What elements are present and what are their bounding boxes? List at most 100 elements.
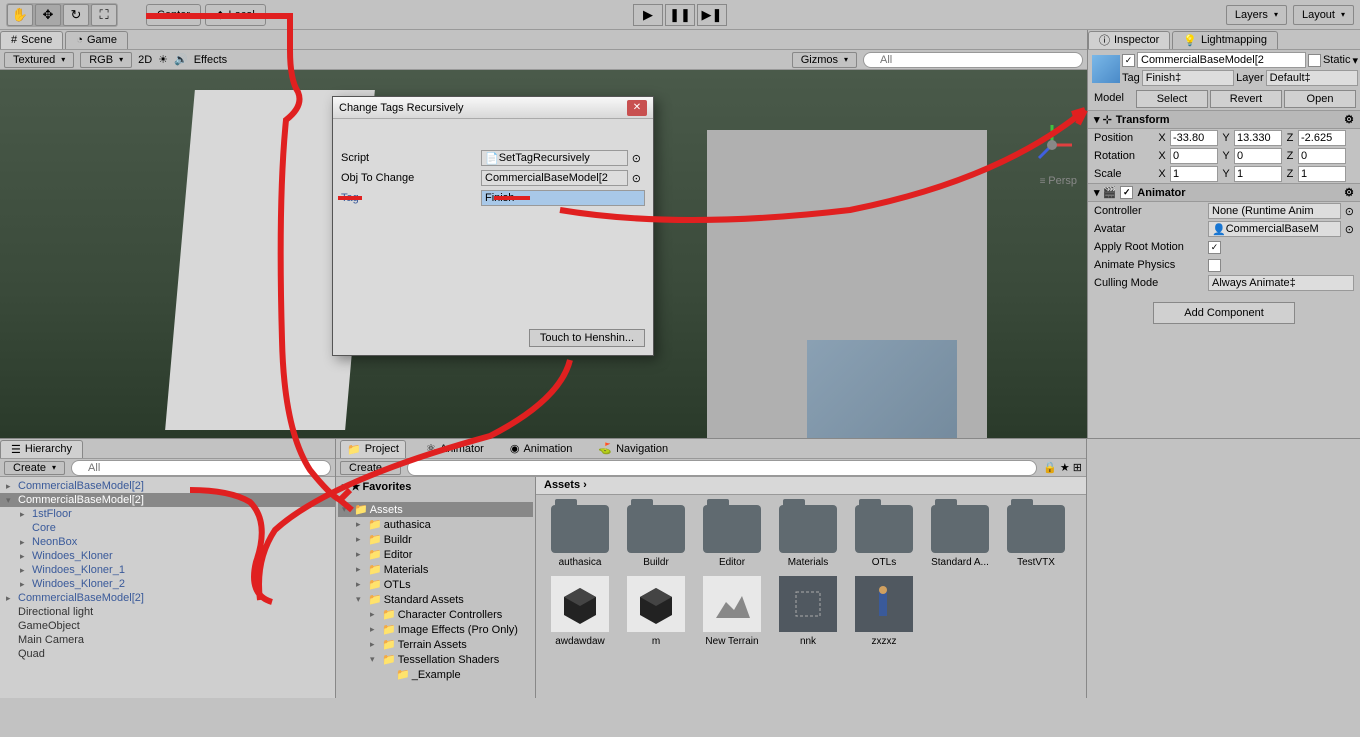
hand-tool[interactable]: ✋	[7, 4, 33, 26]
open-button[interactable]: Open	[1284, 90, 1356, 108]
add-component-button[interactable]: Add Component	[1153, 302, 1295, 324]
animate-physics-checkbox[interactable]	[1208, 259, 1221, 272]
assets-breadcrumb[interactable]: Assets ›	[536, 477, 1086, 495]
touch-to-henshin-button[interactable]: Touch to Henshin...	[529, 329, 645, 347]
script-field[interactable]: 📄 SetTagRecursively	[481, 150, 628, 166]
revert-button[interactable]: Revert	[1210, 90, 1282, 108]
tree-item[interactable]: ▾📁Tessellation Shaders	[338, 652, 533, 667]
asset-item[interactable]: Materials	[774, 505, 842, 568]
layer-dropdown[interactable]: Default ‡	[1266, 70, 1358, 86]
scene-search[interactable]	[863, 52, 1083, 68]
gameobject-icon[interactable]	[1092, 55, 1120, 83]
asset-item[interactable]: Editor	[698, 505, 766, 568]
tree-item[interactable]: ▸📁Editor	[338, 547, 533, 562]
asset-item[interactable]: zxzxz	[850, 576, 918, 647]
tree-item[interactable]: ▸📁Buildr	[338, 532, 533, 547]
asset-item[interactable]: authasica	[546, 505, 614, 568]
hierarchy-item[interactable]: ▸Windoes_Kloner_1	[0, 563, 335, 577]
hierarchy-item[interactable]: Main Camera	[0, 633, 335, 647]
static-dropdown[interactable]: ▾	[1352, 54, 1358, 67]
hierarchy-item[interactable]: Quad	[0, 647, 335, 661]
tag-dropdown[interactable]: Finish ‡	[1142, 70, 1234, 86]
transform-header[interactable]: ▾ ⊹ Transform⚙	[1088, 110, 1360, 129]
dialog-close-button[interactable]: ✕	[627, 100, 647, 116]
filter-icon[interactable]: 🔒 ★ ⊞	[1043, 461, 1082, 474]
rot-y[interactable]	[1234, 148, 1282, 164]
tag-input-field[interactable]	[481, 190, 645, 206]
tree-item[interactable]: ▸📁Materials	[338, 562, 533, 577]
effects-dropdown[interactable]: Effects	[194, 54, 227, 66]
hierarchy-search[interactable]	[71, 460, 331, 476]
asset-item[interactable]: OTLs	[850, 505, 918, 568]
animator-header[interactable]: ▾ 🎬 ✓ Animator⚙	[1088, 183, 1360, 202]
tree-item[interactable]: ▾📁Standard Assets	[338, 592, 533, 607]
root-motion-checkbox[interactable]: ✓	[1208, 241, 1221, 254]
render-mode-dropdown[interactable]: RGB	[80, 52, 132, 68]
hierarchy-item[interactable]: ▸Windoes_Kloner_2	[0, 577, 335, 591]
gizmos-dropdown[interactable]: Gizmos	[792, 52, 857, 68]
controller-field[interactable]: None (Runtime Anim	[1208, 203, 1341, 219]
hierarchy-item[interactable]: ▸CommercialBaseModel[2]	[0, 479, 335, 493]
hierarchy-item[interactable]: Directional light	[0, 605, 335, 619]
draw-mode-dropdown[interactable]: Textured	[4, 52, 74, 68]
project-create-dropdown[interactable]: Create	[340, 461, 401, 475]
step-button[interactable]: ▶❚	[697, 4, 727, 26]
tab-scene[interactable]: # Scene	[0, 31, 63, 49]
light-icon[interactable]: ☀	[158, 53, 168, 66]
hierarchy-create-dropdown[interactable]: Create	[4, 461, 65, 475]
asset-item[interactable]: awdawdaw	[546, 576, 614, 647]
rot-z[interactable]	[1298, 148, 1346, 164]
orientation-gizmo[interactable]	[1027, 120, 1077, 170]
audio-icon[interactable]: 🔊	[174, 53, 188, 66]
local-global-toggle[interactable]: ◆ Local	[205, 4, 266, 26]
hierarchy-item[interactable]: ▸Windoes_Kloner	[0, 549, 335, 563]
culling-dropdown[interactable]: Always Animate ‡	[1208, 275, 1354, 291]
asset-item[interactable]: nnk	[774, 576, 842, 647]
hierarchy-item[interactable]: ▸1stFloor	[0, 507, 335, 521]
2d-toggle[interactable]: 2D	[138, 54, 152, 66]
asset-grid[interactable]: authasicaBuildrEditorMaterialsOTLsStanda…	[536, 495, 1086, 698]
tab-navigation[interactable]: ⛳ Navigation	[592, 440, 674, 457]
scale-x[interactable]	[1170, 166, 1218, 182]
tree-item[interactable]: 📁_Example	[338, 667, 533, 682]
tab-lightmapping[interactable]: 💡 Lightmapping	[1172, 31, 1278, 49]
hierarchy-item[interactable]: GameObject	[0, 619, 335, 633]
tree-item[interactable]: ▸📁Terrain Assets	[338, 637, 533, 652]
rotate-tool[interactable]: ↻	[63, 4, 89, 26]
scale-z[interactable]	[1298, 166, 1346, 182]
asset-item[interactable]: TestVTX	[1002, 505, 1070, 568]
move-tool[interactable]: ✥	[35, 4, 61, 26]
pos-z[interactable]	[1298, 130, 1346, 146]
pivot-center-toggle[interactable]: Center	[146, 4, 201, 26]
tab-hierarchy[interactable]: ☰ Hierarchy	[0, 440, 83, 458]
asset-item[interactable]: Buildr	[622, 505, 690, 568]
pause-button[interactable]: ❚❚	[665, 4, 695, 26]
dialog-titlebar[interactable]: Change Tags Recursively ✕	[333, 97, 653, 119]
asset-item[interactable]: Standard A...	[926, 505, 994, 568]
scale-tool[interactable]: ⛶	[91, 4, 117, 26]
hierarchy-item[interactable]: Core	[0, 521, 335, 535]
select-button[interactable]: Select	[1136, 90, 1208, 108]
layers-dropdown[interactable]: Layers	[1226, 5, 1287, 25]
hierarchy-item[interactable]: ▸NeonBox	[0, 535, 335, 549]
asset-item[interactable]: m	[622, 576, 690, 647]
tab-inspector[interactable]: ⓘ Inspector	[1088, 31, 1170, 49]
avatar-field[interactable]: 👤 CommercialBaseM	[1208, 221, 1341, 237]
layout-dropdown[interactable]: Layout	[1293, 5, 1354, 25]
hierarchy-list[interactable]: ▸CommercialBaseModel[2]▾CommercialBaseMo…	[0, 477, 335, 698]
tree-item[interactable]: ▾📁Assets	[338, 502, 533, 517]
tree-item[interactable]: ▸📁Image Effects (Pro Only)	[338, 622, 533, 637]
gameobject-name-field[interactable]	[1137, 52, 1306, 68]
project-tree[interactable]: ▸ ★ Favorites ▾📁Assets▸📁authasica▸📁Build…	[336, 477, 536, 698]
hierarchy-item[interactable]: ▸CommercialBaseModel[2]	[0, 591, 335, 605]
hierarchy-item[interactable]: ▾CommercialBaseModel[2]	[0, 493, 335, 507]
tab-animator[interactable]: ⚛ Animator	[420, 440, 490, 457]
tree-item[interactable]: ▸📁Character Controllers	[338, 607, 533, 622]
scale-y[interactable]	[1234, 166, 1282, 182]
tree-item[interactable]: ▸📁authasica	[338, 517, 533, 532]
asset-item[interactable]: New Terrain	[698, 576, 766, 647]
tab-animation[interactable]: ◉ Animation	[504, 440, 579, 457]
rot-x[interactable]	[1170, 148, 1218, 164]
favorites-header[interactable]: ▸ ★ Favorites	[338, 479, 533, 494]
tab-project[interactable]: 📁 Project	[340, 440, 406, 458]
